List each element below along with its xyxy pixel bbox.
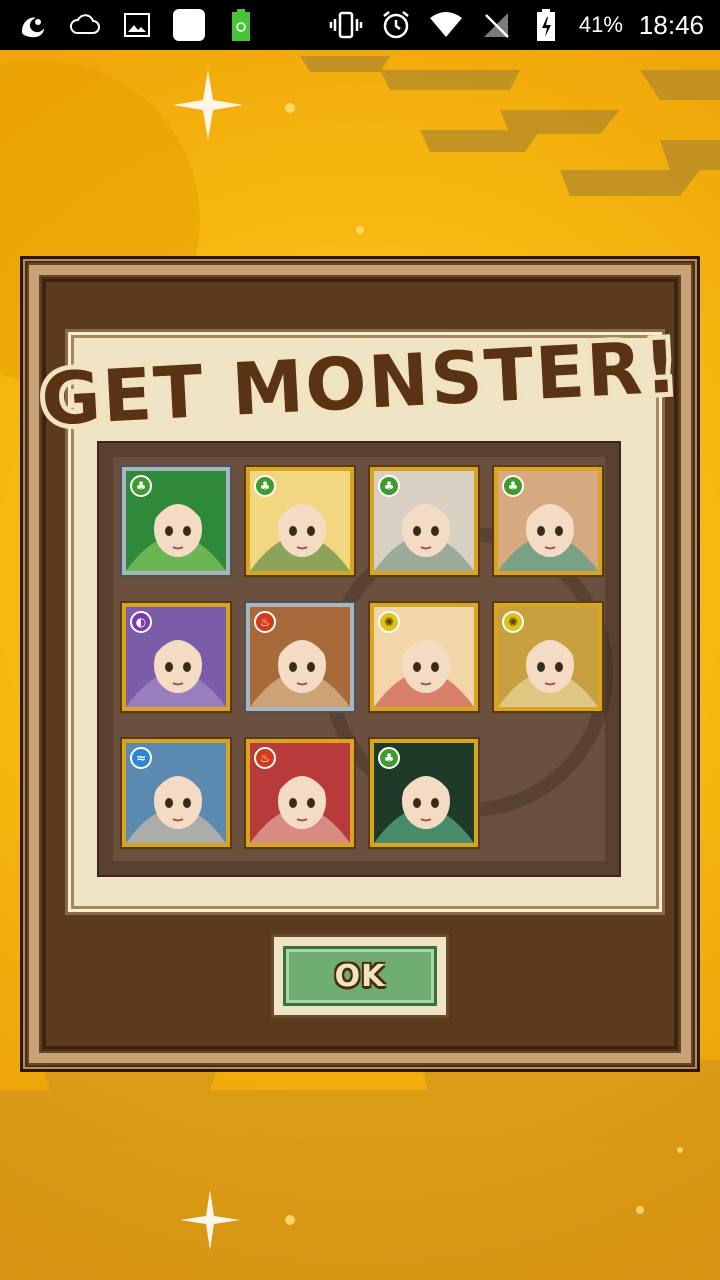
clock: 18:46 [638,9,704,40]
uc-browser-icon [16,8,50,42]
dialog-title-text: GET MONSTER! [40,324,680,440]
light-attribute-icon: ✺ [502,611,524,633]
vibrate-icon [329,8,363,42]
wood-attribute-icon: ♣ [378,747,400,769]
status-bar: 41% 18:46 [0,0,720,50]
ok-button-label: OK [334,958,386,994]
wood-attribute-icon: ♣ [502,475,524,497]
fire-attribute-icon: ♨ [254,611,276,633]
cloud-icon [68,8,102,42]
white-square-icon [172,8,206,42]
monster-card[interactable]: ♣ [122,467,230,575]
monster-card[interactable]: ♨ [246,739,354,847]
ok-button-face[interactable]: OK [283,946,437,1006]
dialog-title: GET MONSTER! [40,320,680,440]
wood-attribute-icon: ♣ [254,475,276,497]
ok-button[interactable]: OK [271,934,449,1018]
monster-card[interactable]: ✺ [494,603,602,711]
fire-attribute-icon: ♨ [254,747,276,769]
monster-card[interactable]: ♣ [370,739,478,847]
light-attribute-icon: ✺ [378,611,400,633]
wood-attribute-icon: ♣ [130,475,152,497]
water-attribute-icon: ≈ [130,747,152,769]
monster-card[interactable]: ✺ [370,603,478,711]
battery-percent: 41% [578,12,623,37]
monster-card[interactable]: ♣ [246,467,354,575]
wood-attribute-icon: ♣ [378,475,400,497]
alarm-icon [379,8,413,42]
wifi-icon [429,8,463,42]
monster-card[interactable]: ♨ [246,603,354,711]
dark-attribute-icon: ◐ [130,611,152,633]
no-signal-icon [479,8,513,42]
battery-icon [529,8,563,42]
monster-card[interactable]: ◐ [122,603,230,711]
gallery-icon [120,8,154,42]
monster-card[interactable]: ≈ [122,739,230,847]
battery-saver-icon [224,8,258,42]
monster-card[interactable]: ♣ [494,467,602,575]
monster-card[interactable]: ♣ [370,467,478,575]
